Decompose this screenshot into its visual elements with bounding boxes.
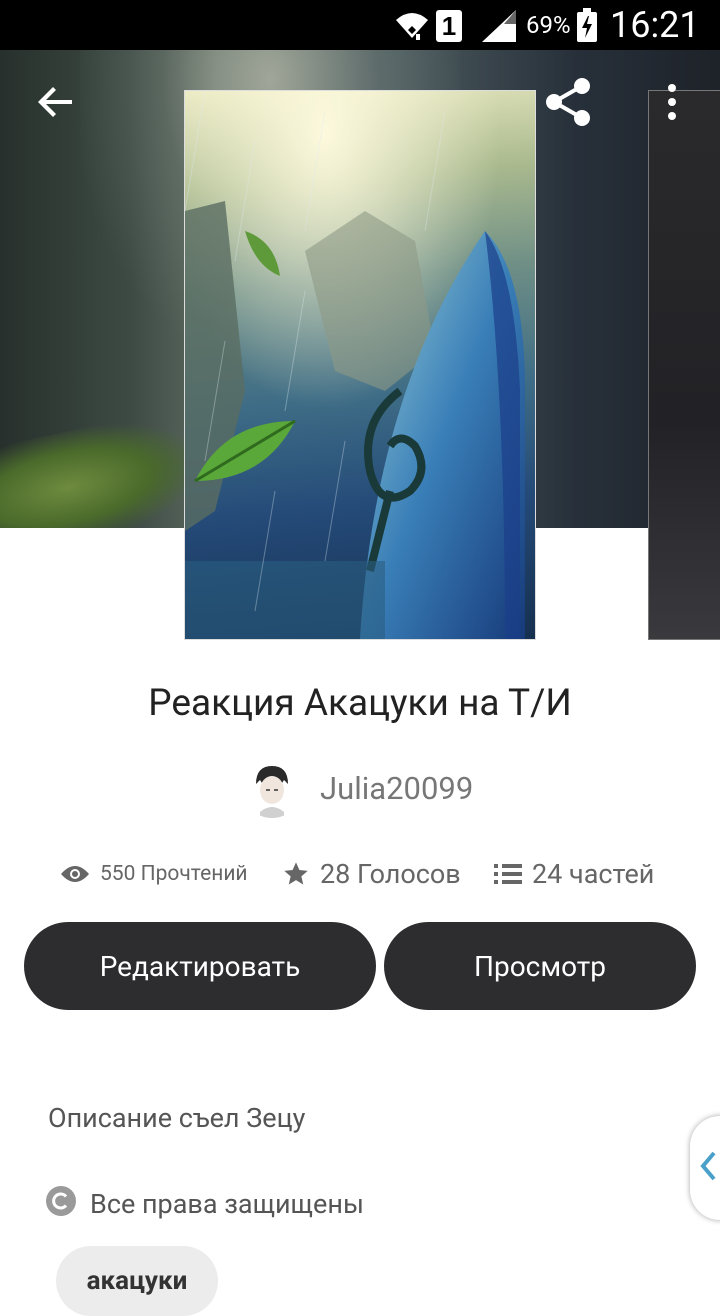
votes-count: 28 Голосов: [320, 858, 461, 890]
clock: 16:21: [610, 4, 700, 46]
status-bar: 1 69% 16:21: [0, 0, 720, 50]
cover-artwork: [185, 91, 535, 639]
story-title: Реакция Акацуки на Т/И: [148, 682, 572, 725]
more-vert-icon: [666, 82, 678, 126]
copyright-row: Все права защищены: [46, 1180, 364, 1228]
share-button[interactable]: [540, 76, 596, 132]
next-story-cover[interactable]: [648, 90, 720, 640]
story-cover[interactable]: [184, 90, 536, 640]
author-avatar[interactable]: [242, 758, 302, 818]
parts-count: 24 частей: [532, 858, 655, 890]
story-description: Описание съел Зецу: [48, 1102, 306, 1134]
author-name[interactable]: Julia20099: [320, 770, 473, 807]
share-icon: [542, 76, 594, 132]
author-row[interactable]: Julia20099: [242, 756, 473, 820]
reads-count: 550 Прочтений: [100, 862, 248, 886]
wifi-icon: [394, 8, 430, 46]
list-icon: [494, 862, 522, 886]
more-options-button[interactable]: [644, 76, 700, 132]
battery-percent: 69%: [526, 11, 571, 39]
back-button[interactable]: [28, 76, 84, 132]
copyright-icon: [46, 1185, 76, 1223]
side-panel-handle[interactable]: [690, 1116, 720, 1220]
edit-button[interactable]: Редактировать: [24, 922, 376, 1010]
copyright-text: Все права защищены: [90, 1188, 364, 1220]
votes-stat: 28 Голосов: [282, 850, 461, 898]
tag-chip[interactable]: акацуки: [56, 1246, 218, 1316]
parts-stat: 24 частей: [494, 850, 654, 898]
reads-stat: 550 Прочтений: [60, 850, 248, 898]
view-button[interactable]: Просмотр: [384, 922, 696, 1010]
backdrop-leaf: [0, 406, 209, 528]
star-icon: [282, 860, 310, 888]
eye-icon: [60, 864, 90, 884]
story-stats: 550 Прочтений 28 Голосов 24 частей: [0, 850, 720, 898]
battery-charging-icon: [576, 8, 598, 46]
chevron-left-icon: [700, 1151, 716, 1185]
sim-slot-indicator: 1: [436, 10, 462, 42]
arrow-back-icon: [36, 82, 76, 126]
signal-icon: [482, 10, 518, 46]
